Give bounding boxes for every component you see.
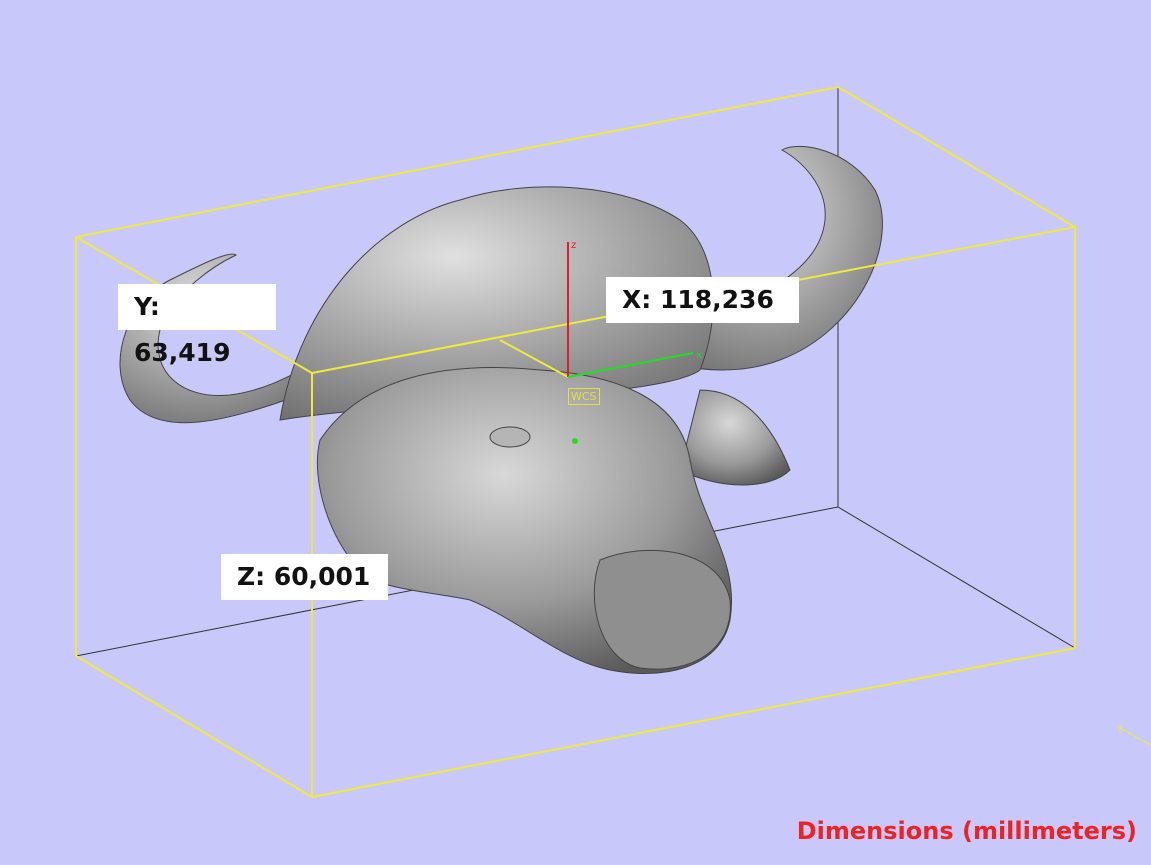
eye (489, 426, 531, 448)
z-axis-label: z (571, 240, 577, 251)
pivot-point (572, 438, 578, 444)
corner-y-axis-label: Y (1117, 724, 1124, 735)
wcs-label: WCS (568, 388, 600, 405)
dimension-x-label: X: 118,236 (606, 277, 799, 323)
dimension-z-label: Z: 60,001 (221, 554, 388, 600)
dimension-y-label: Y: 63,419 (118, 284, 276, 367)
3d-viewport[interactable] (0, 0, 1151, 865)
right-ear (679, 389, 791, 486)
muzzle (593, 549, 731, 670)
units-caption: Dimensions (millimeters) (796, 817, 1137, 845)
corner-y-axis (1119, 727, 1151, 746)
x-axis-label: x (696, 350, 702, 361)
